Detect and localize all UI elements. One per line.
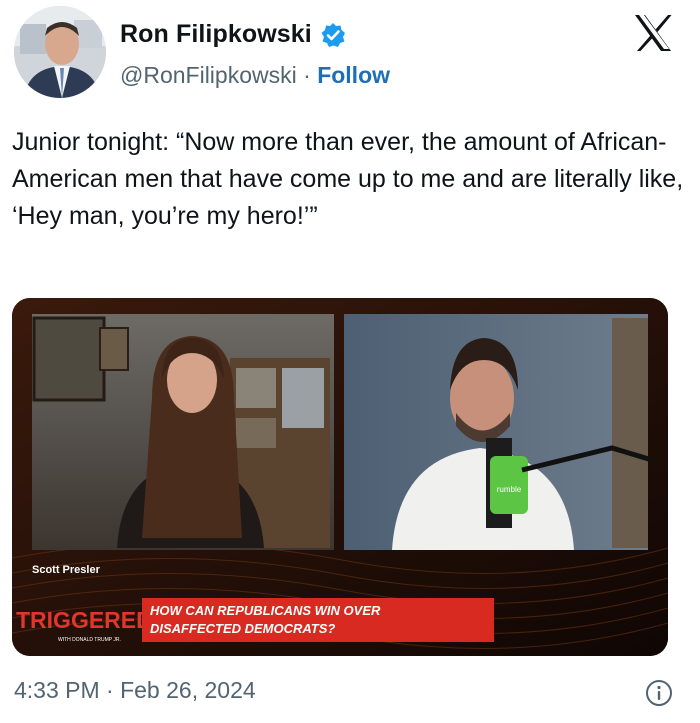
author-handle-row: @RonFilipkowski · Follow — [120, 62, 390, 89]
tweet-timestamp[interactable]: 4:33 PM · Feb 26, 2024 — [14, 677, 256, 704]
show-byline: WITH DONALD TRUMP JR. — [58, 637, 121, 643]
author-handle[interactable]: @RonFilipkowski — [120, 62, 297, 88]
mic-flag-label: rumble — [497, 485, 522, 494]
headline-line-2: DISAFFECTED DEMOCRATS? — [150, 621, 335, 636]
follow-button[interactable]: Follow — [317, 62, 390, 88]
author-avatar[interactable] — [14, 6, 106, 98]
tweet-header: Ron Filipkowski @RonFilipkowski · Follow — [8, 6, 692, 102]
x-logo-icon[interactable] — [632, 12, 674, 54]
author-name[interactable]: Ron Filipkowski — [120, 20, 312, 49]
video-media[interactable]: Scott Presler rumble TRIGGERED WITH DONA… — [12, 298, 668, 656]
info-icon[interactable] — [644, 678, 674, 708]
tweet-text: Junior tonight: “Now more than ever, the… — [12, 128, 684, 230]
headline-line-1: HOW CAN REPUBLICANS WIN OVER — [150, 603, 381, 618]
handle-separator: · — [303, 62, 311, 88]
left-video-panel: Scott Presler — [32, 314, 334, 576]
show-logo: TRIGGERED — [16, 607, 153, 633]
speaker-nameplate: Scott Presler — [32, 564, 101, 576]
verified-badge-icon — [321, 22, 345, 47]
right-video-panel: rumble — [344, 314, 653, 550]
